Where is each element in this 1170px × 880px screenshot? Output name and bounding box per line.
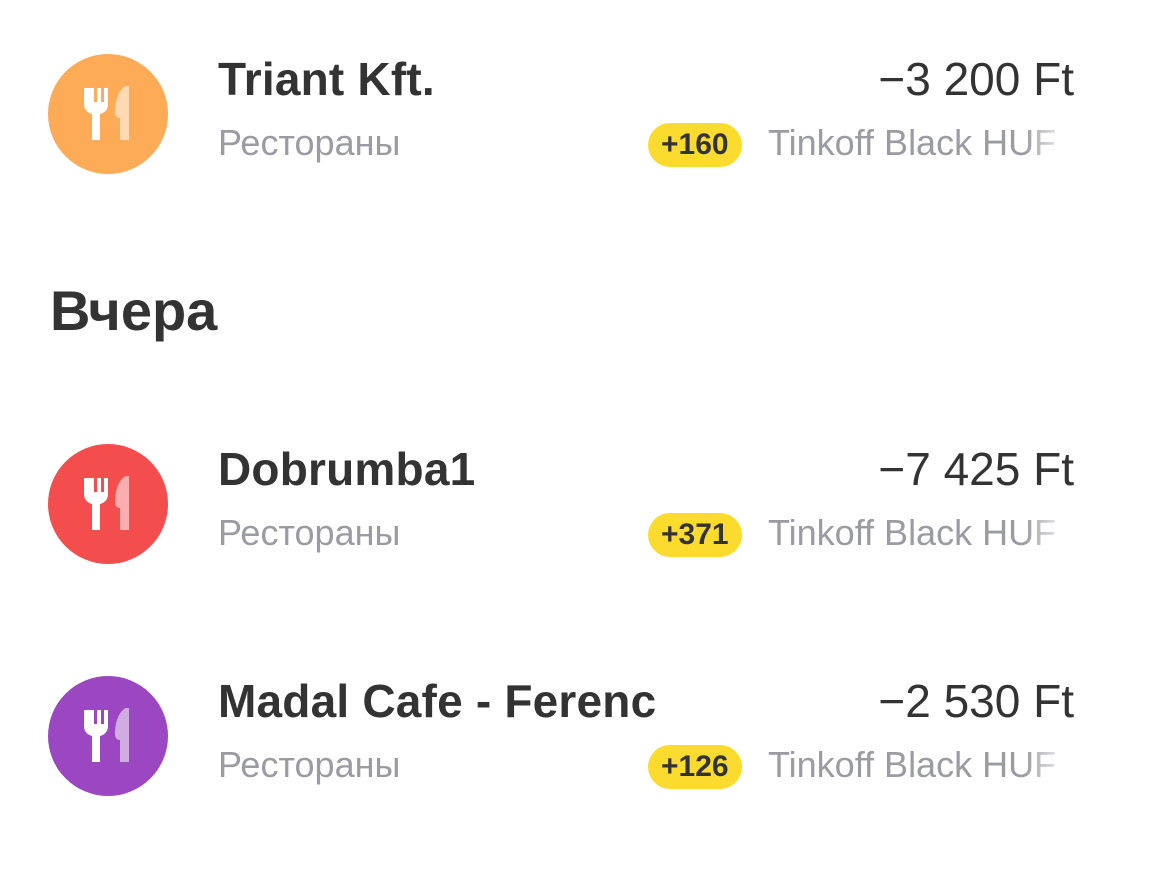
cashback-badge: +371 bbox=[648, 513, 742, 557]
restaurant-category-icon bbox=[48, 444, 168, 564]
merchant-name: Madal Cafe - Ferenc bbox=[218, 675, 657, 727]
merchant-name: Triant Kft. bbox=[218, 53, 435, 105]
cashback-badge: +160 bbox=[648, 123, 742, 167]
account-name: Tinkoff Black HUF bbox=[768, 744, 1057, 785]
category-label: Рестораны bbox=[218, 512, 401, 553]
transaction-row[interactable]: Dobrumba1 Рестораны −7 425 Ft +371 Tinko… bbox=[0, 434, 1170, 574]
transaction-row[interactable]: Triant Kft. Рестораны −3 200 Ft +160 Tin… bbox=[0, 44, 1170, 184]
category-label: Рестораны bbox=[218, 744, 401, 785]
merchant-name: Dobrumba1 bbox=[218, 443, 476, 495]
cashback-badge: +126 bbox=[648, 745, 742, 789]
category-label: Рестораны bbox=[218, 122, 401, 163]
amount: −2 530 Ft bbox=[878, 675, 1074, 727]
section-title-yesterday: Вчера bbox=[50, 279, 218, 342]
amount: −7 425 Ft bbox=[878, 443, 1074, 495]
account-name: Tinkoff Black HUF bbox=[768, 512, 1057, 553]
restaurant-category-icon bbox=[48, 54, 168, 174]
fork-knife-icon bbox=[84, 86, 129, 140]
transaction-row[interactable]: Madal Cafe - Ferenc Рестораны −2 530 Ft … bbox=[0, 666, 1170, 806]
amount: −3 200 Ft bbox=[878, 53, 1074, 105]
fork-knife-icon bbox=[84, 708, 129, 762]
account-name: Tinkoff Black HUF bbox=[768, 122, 1057, 163]
fork-knife-icon bbox=[84, 476, 129, 530]
restaurant-category-icon bbox=[48, 676, 168, 796]
